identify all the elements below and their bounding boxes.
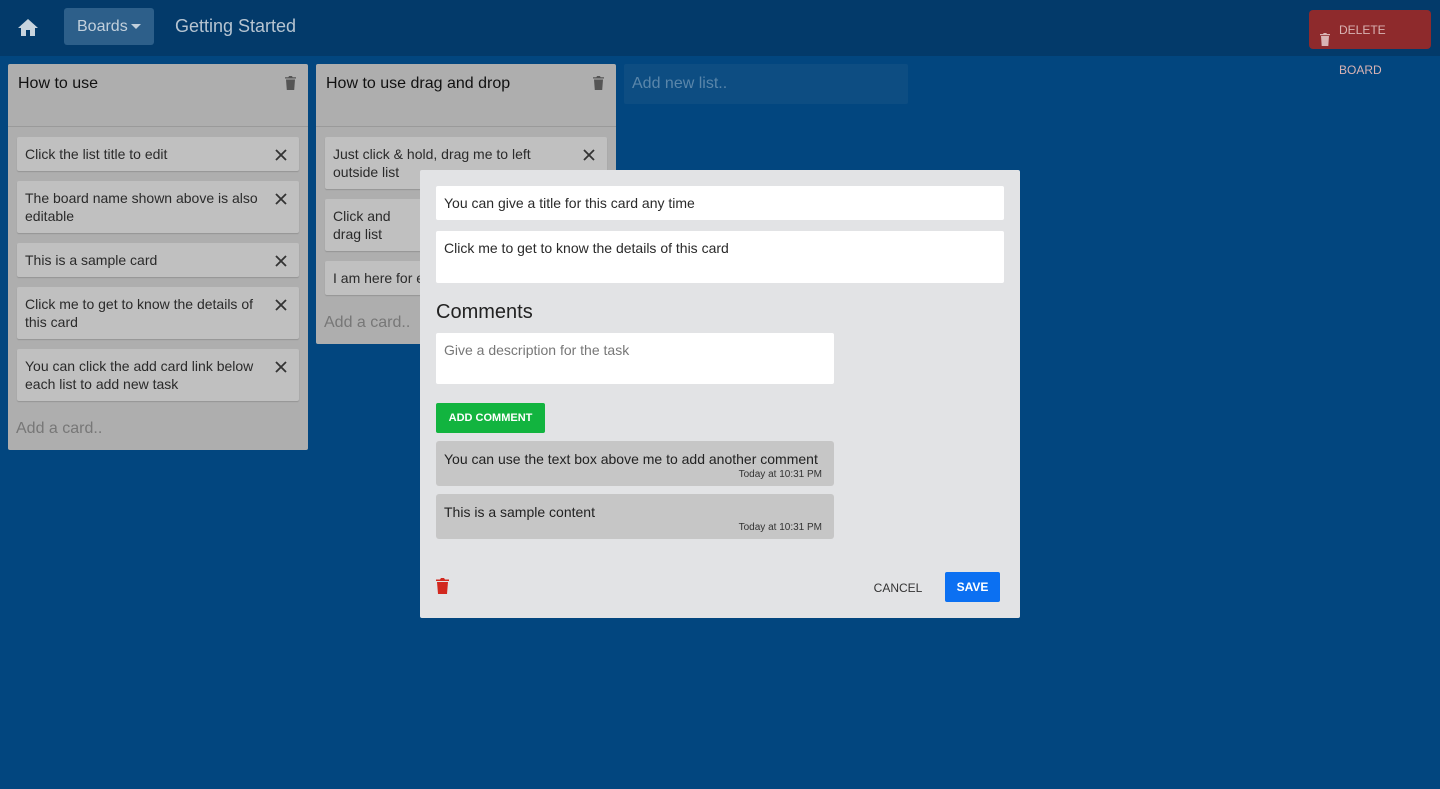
- card-detail-modal: You can give a title for this card any t…: [420, 170, 1020, 618]
- list-item[interactable]: The board name shown above is also edita…: [17, 181, 299, 233]
- close-icon[interactable]: [275, 297, 287, 311]
- close-icon[interactable]: [583, 147, 595, 161]
- list-item[interactable]: You can click the add card link below ea…: [17, 349, 299, 401]
- save-button[interactable]: SAVE: [945, 572, 1000, 602]
- comment-timestamp: Today at 10:31 PM: [738, 469, 822, 480]
- add-card-link[interactable]: Add a card..: [16, 420, 102, 438]
- card-title-input[interactable]: You can give a title for this card any t…: [436, 186, 1004, 220]
- boards-dropdown-button[interactable]: Boards: [64, 8, 154, 45]
- list-title[interactable]: How to use drag and drop: [326, 75, 510, 93]
- home-icon[interactable]: [16, 16, 40, 40]
- card-text: The board name shown above is also edita…: [25, 190, 258, 224]
- card-text: You can click the add card link below ea…: [25, 358, 254, 392]
- comment-item: This is a sample content Today at 10:31 …: [436, 494, 834, 539]
- cancel-button[interactable]: CANCEL: [869, 573, 927, 603]
- add-comment-button[interactable]: ADD COMMENT: [436, 403, 545, 433]
- chevron-down-icon: [131, 24, 141, 29]
- trash-icon[interactable]: [593, 76, 604, 95]
- delete-board-label: DELETE BOARD: [1339, 23, 1386, 77]
- add-card-link[interactable]: Add a card..: [324, 314, 410, 332]
- comment-timestamp: Today at 10:31 PM: [738, 522, 822, 533]
- delete-board-button[interactable]: DELETE BOARD: [1309, 10, 1431, 77]
- trash-icon[interactable]: [436, 578, 449, 599]
- add-list-input[interactable]: Add new list..: [624, 64, 908, 104]
- card-description-input[interactable]: Click me to get to know the details of t…: [436, 231, 1004, 283]
- comment-text: You can use the text box above me to add…: [444, 451, 818, 467]
- comment-item: You can use the text box above me to add…: [436, 441, 834, 486]
- card-text: Click and drag list: [333, 208, 391, 242]
- trash-icon[interactable]: [285, 76, 296, 95]
- comment-input[interactable]: Give a description for the task: [436, 333, 834, 384]
- close-icon[interactable]: [275, 253, 287, 267]
- close-icon[interactable]: [275, 191, 287, 205]
- boards-label: Boards: [77, 18, 128, 35]
- comment-text: This is a sample content: [444, 504, 595, 520]
- close-icon[interactable]: [275, 359, 287, 373]
- top-bar: Boards Getting Started DELETE BOARD: [0, 0, 1440, 77]
- list-item[interactable]: Click the list title to edit: [17, 137, 299, 171]
- list-how-to-use: How to use Click the list title to edit …: [8, 64, 308, 450]
- close-icon[interactable]: [275, 147, 287, 161]
- card-text: This is a sample card: [25, 252, 158, 268]
- card-text: Click the list title to edit: [25, 146, 168, 162]
- list-header: How to use drag and drop: [316, 64, 616, 127]
- card-text: Click me to get to know the details of t…: [25, 296, 253, 330]
- trash-icon: [1320, 22, 1330, 62]
- list-item[interactable]: This is a sample card: [17, 243, 299, 277]
- card-text: I am here for e: [333, 270, 425, 286]
- comments-heading: Comments: [436, 301, 533, 323]
- list-item[interactable]: Click me to get to know the details of t…: [17, 287, 299, 339]
- list-title[interactable]: How to use: [18, 75, 98, 93]
- list-header: How to use: [8, 64, 308, 127]
- board-title[interactable]: Getting Started: [175, 16, 296, 37]
